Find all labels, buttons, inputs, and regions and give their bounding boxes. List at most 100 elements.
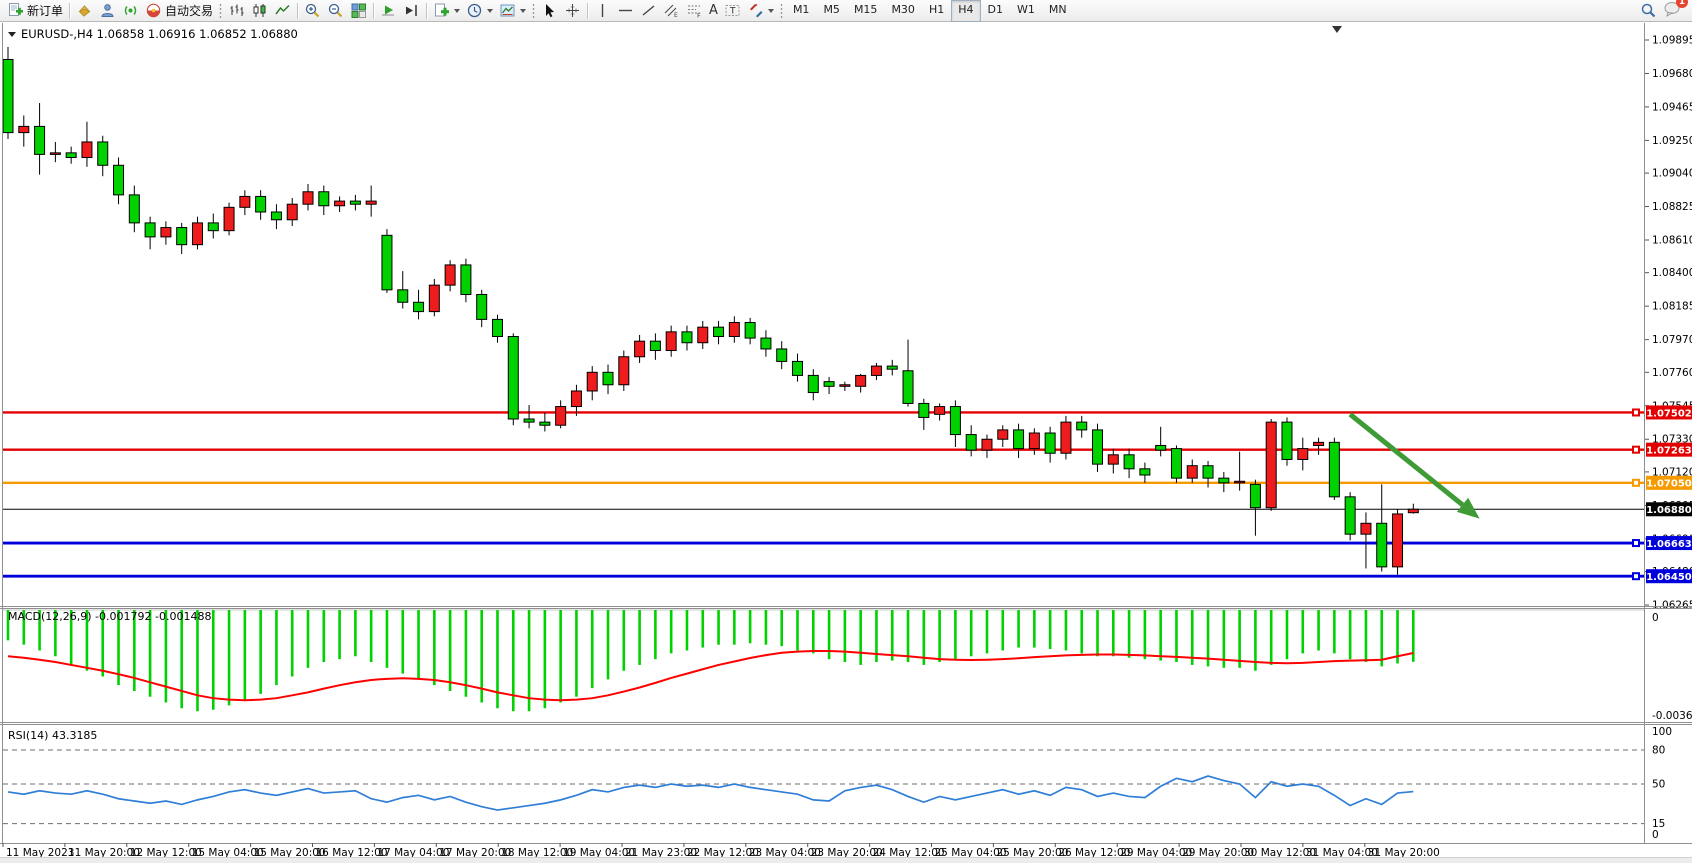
toolbar-grip[interactable]: [780, 3, 783, 19]
chart-canvas[interactable]: 1.098951.096801.094651.092501.090401.088…: [0, 0, 1692, 863]
price-axis-label: 1.09680: [1652, 68, 1692, 80]
text-label-tool-button[interactable]: T: [721, 1, 744, 21]
auto-scroll-button[interactable]: [377, 1, 400, 21]
candle-body: [192, 223, 202, 245]
rsi-axis-label: 0: [1652, 829, 1659, 841]
search-icon[interactable]: [1640, 2, 1657, 19]
candle-body: [224, 207, 234, 230]
candlestick-chart-button[interactable]: [248, 1, 271, 21]
tab-timeframe-m5[interactable]: M5: [816, 0, 847, 22]
candle-body: [650, 341, 660, 350]
tab-timeframe-m30[interactable]: M30: [884, 0, 922, 22]
vline-tool-button[interactable]: [591, 1, 614, 21]
svg-text:F: F: [697, 12, 701, 20]
arrows-tool-button[interactable]: [744, 1, 777, 21]
candle-body: [1029, 433, 1039, 449]
candle-body: [761, 338, 771, 349]
periods-caret: [487, 9, 493, 13]
candle-body: [1093, 430, 1103, 464]
zoom-out-button[interactable]: [324, 1, 347, 21]
candle-body: [871, 366, 881, 375]
svg-text:E: E: [674, 12, 678, 19]
crosshair-tool-button[interactable]: [561, 1, 584, 21]
candle-body: [382, 235, 392, 289]
candle-body: [808, 375, 818, 392]
price-tag-label: 1.06450: [1646, 572, 1692, 583]
candle-body: [587, 372, 597, 391]
tile-windows-icon: [350, 2, 367, 19]
text-label-icon: T: [724, 2, 741, 19]
indicators-button[interactable]: [430, 1, 463, 21]
candle-body: [556, 407, 566, 426]
notifications-button[interactable]: 1: [1663, 0, 1682, 21]
price-axis-label: 1.08610: [1652, 235, 1692, 247]
macd-axis-max: 0: [1652, 612, 1659, 624]
zoom-in-button[interactable]: [301, 1, 324, 21]
tab-timeframe-w1[interactable]: W1: [1010, 0, 1042, 22]
tab-timeframe-m15[interactable]: M15: [847, 0, 885, 22]
toolbar-grip[interactable]: [219, 3, 222, 19]
candle-body: [271, 212, 281, 220]
trendline-tool-button[interactable]: [637, 1, 660, 21]
candle-body: [350, 201, 360, 204]
toolbar-grip[interactable]: [532, 3, 535, 19]
candle-body: [461, 265, 471, 295]
candle-body: [982, 439, 992, 450]
signals-button[interactable]: [119, 1, 142, 21]
zoom-out-icon: [327, 2, 344, 19]
market-watch-button[interactable]: [73, 1, 96, 21]
cursor-icon: [541, 2, 558, 19]
indicators-caret: [454, 9, 460, 13]
fibonacci-tool-button[interactable]: F: [683, 1, 706, 21]
candle-body: [319, 192, 329, 206]
separator: [373, 3, 374, 19]
candle-body: [635, 341, 645, 357]
candle-body: [35, 126, 45, 154]
tab-timeframe-m1[interactable]: M1: [786, 0, 817, 22]
candle-body: [903, 371, 913, 404]
candle-body: [571, 391, 581, 407]
separator: [426, 3, 427, 19]
tab-timeframe-mn[interactable]: MN: [1042, 0, 1074, 22]
candle-body: [603, 372, 613, 384]
price-axis-label: 1.09895: [1652, 35, 1692, 47]
line-chart-button[interactable]: [271, 1, 294, 21]
candle-body: [508, 337, 518, 419]
candle-body: [287, 204, 297, 220]
candle-body: [50, 153, 60, 155]
candle-body: [3, 59, 13, 132]
cursor-tool-button[interactable]: [538, 1, 561, 21]
tile-windows-button[interactable]: [347, 1, 370, 21]
price-axis-label: 1.09250: [1652, 135, 1692, 147]
trendline-icon: [640, 2, 657, 19]
tab-timeframe-h4[interactable]: H4: [951, 0, 980, 22]
auto-trading-button[interactable]: 自动交易: [142, 1, 216, 21]
profile-button[interactable]: [96, 1, 119, 21]
bucket-icon: [76, 2, 93, 19]
symbol-dropdown-icon[interactable]: [8, 32, 16, 37]
new-order-button[interactable]: 新订单: [4, 1, 66, 21]
bar-chart-button[interactable]: [225, 1, 248, 21]
text-tool-icon: A: [709, 3, 718, 18]
candle-body: [998, 430, 1008, 439]
price-axis-label: 1.06265: [1652, 600, 1692, 612]
candle-body: [1393, 514, 1403, 567]
candle-body: [1361, 523, 1371, 534]
candle-body: [1108, 455, 1118, 464]
candle-body: [793, 361, 803, 375]
price-axis-label: 1.07970: [1652, 334, 1692, 346]
channel-tool-button[interactable]: E: [660, 1, 683, 21]
tab-timeframe-h1[interactable]: H1: [922, 0, 951, 22]
templates-button[interactable]: [496, 1, 529, 21]
templates-caret: [520, 9, 526, 13]
chart-shift-button[interactable]: [400, 1, 423, 21]
hline-tool-button[interactable]: [614, 1, 637, 21]
price-tag-label: 1.06880: [1646, 505, 1692, 516]
text-tool-button[interactable]: A: [706, 1, 721, 21]
candle-body: [161, 228, 171, 237]
candle-body: [82, 142, 92, 158]
periods-button[interactable]: [463, 1, 496, 21]
price-tag-label: 1.07263: [1646, 445, 1692, 456]
candle-body: [1298, 449, 1308, 460]
tab-timeframe-d1[interactable]: D1: [981, 0, 1010, 22]
